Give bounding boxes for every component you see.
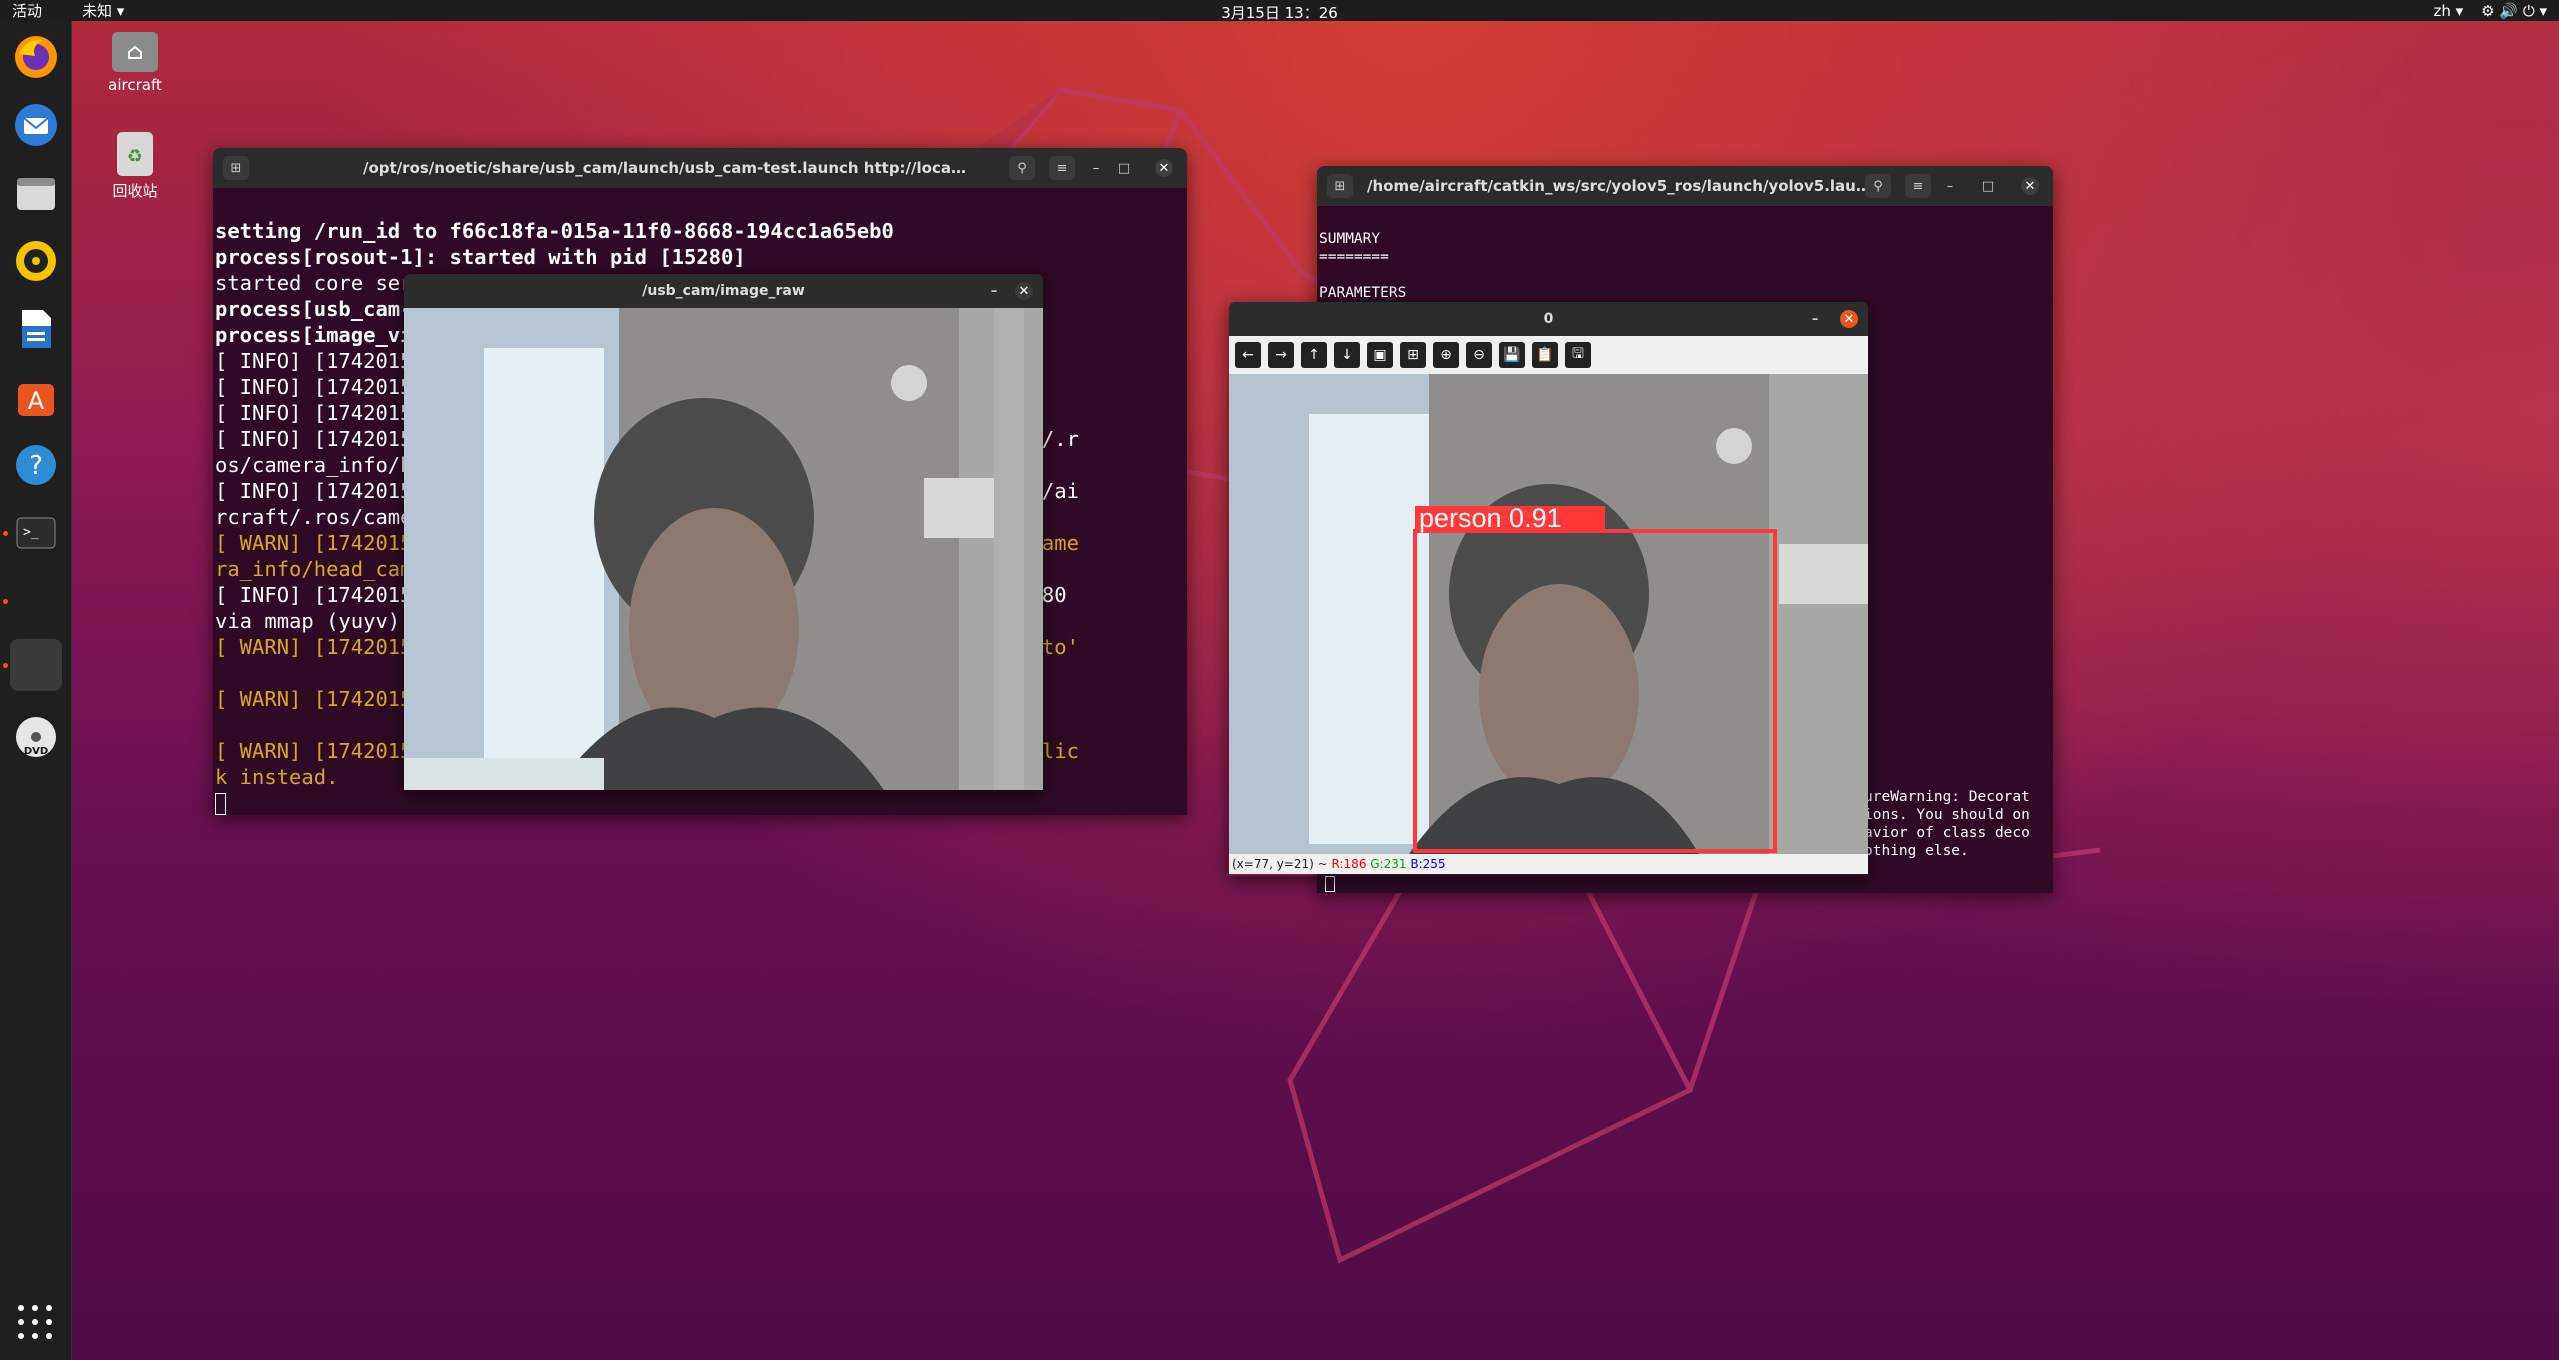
home-folder-icon[interactable]: aircraft	[80, 32, 190, 94]
search-icon[interactable]: ⚲	[1865, 174, 1891, 198]
menu-icon[interactable]: ≡	[1049, 156, 1075, 180]
opencv-toolbar: ← → ↑ ↓ ▣ ⊞ ⊕ ⊖ 💾 📋 🖫	[1229, 336, 1868, 374]
copy-icon[interactable]: 📋	[1532, 342, 1558, 368]
clock[interactable]: 3月15日 13：26	[0, 2, 2559, 23]
terminal-line: SUMMARY	[1319, 231, 1381, 247]
pan-down-icon[interactable]: ↓	[1334, 342, 1360, 368]
input-method[interactable]: zh ▾	[2433, 2, 2463, 20]
terminal-output[interactable]: SUMMARY ======== PARAMETERS	[1317, 206, 2053, 302]
window-title: 0	[1543, 311, 1554, 327]
terminal-line: setting /run_id to f66c18fa-015a-11f0-86…	[215, 219, 894, 243]
trash-icon[interactable]: ♻ 回收站	[80, 132, 190, 201]
dvd-icon[interactable]: DVD	[10, 711, 62, 763]
svg-text:DVD: DVD	[24, 746, 48, 757]
pan-up-icon[interactable]: ↑	[1301, 342, 1327, 368]
pan-right-icon[interactable]: →	[1268, 342, 1294, 368]
terminal-line: othing else.	[1864, 843, 1969, 859]
rhythmbox-icon[interactable]	[10, 235, 62, 287]
running-indicator	[3, 599, 8, 604]
svg-text:A: A	[28, 387, 45, 415]
running-indicator	[3, 531, 8, 536]
zoom-region-icon[interactable]: ⊞	[1400, 342, 1426, 368]
window-title: /home/aircraft/catkin_ws/src/yolov5_ros/…	[1367, 177, 1873, 195]
properties-icon[interactable]: 🖫	[1565, 342, 1591, 368]
show-apps-icon[interactable]	[17, 1304, 53, 1340]
status-g: G:231	[1370, 857, 1407, 871]
status-b: B:255	[1410, 857, 1446, 871]
writer-icon[interactable]	[10, 303, 62, 355]
close-button[interactable]: ✕	[1015, 282, 1033, 300]
window-title: /opt/ros/noetic/share/usb_cam/launch/usb…	[363, 159, 967, 177]
titlebar[interactable]: /usb_cam/image_raw – ✕	[404, 274, 1043, 308]
firefox-icon[interactable]	[10, 31, 62, 83]
new-tab-icon[interactable]: ⊞	[223, 156, 249, 180]
minimize-button[interactable]: –	[1087, 159, 1105, 177]
home-folder-label: aircraft	[108, 76, 162, 94]
status-r: R:186	[1331, 857, 1367, 871]
terminal-line: process[rosout-1]: started with pid [152…	[215, 245, 746, 269]
terminal-output-tail: ureWarning: Decorat ions. You should on av…	[1864, 788, 2030, 860]
software-icon[interactable]: A	[10, 371, 62, 423]
menu-icon[interactable]: ≡	[1905, 174, 1931, 198]
close-button[interactable]: ✕	[1155, 159, 1173, 177]
svg-text:>_: >_	[23, 525, 39, 540]
zoom-fit-icon[interactable]: ▣	[1367, 342, 1393, 368]
terminal-cursor	[1325, 876, 1335, 892]
thunderbird-icon[interactable]	[10, 99, 62, 151]
image-raw-window[interactable]: /usb_cam/image_raw – ✕	[404, 274, 1043, 790]
running-indicator	[3, 663, 8, 668]
terminal-line: avior of class deco	[1864, 825, 2030, 841]
top-bar: 活动 未知 ▾ 3月15日 13：26 zh ▾ ⚙ 🔊 ⏻ ▾	[0, 0, 2559, 23]
pan-left-icon[interactable]: ←	[1235, 342, 1261, 368]
titlebar[interactable]: ⊞ /opt/ros/noetic/share/usb_cam/launch/u…	[213, 148, 1187, 188]
terminal-line: ions. You should on	[1864, 807, 2030, 823]
titlebar[interactable]: ⊞ /home/aircraft/catkin_ws/src/yolov5_ro…	[1317, 166, 2053, 206]
detection-image: person 0.91	[1229, 374, 1868, 854]
maximize-button[interactable]: □	[1115, 159, 1133, 177]
zoom-out-icon[interactable]: ⊖	[1466, 342, 1492, 368]
svg-text:♻: ♻	[127, 146, 143, 167]
system-tray[interactable]: ⚙ 🔊 ⏻ ▾	[2481, 2, 2547, 20]
status-bar: (x=77, y=21) ~ R:186 G:231 B:255	[1229, 854, 1868, 874]
detection-window[interactable]: 0 – ✕ ← → ↑ ↓ ▣ ⊞ ⊕ ⊖ 💾 📋 🖫 person 0.91 (x=77, y=2…	[1229, 302, 1868, 876]
zoom-in-icon[interactable]: ⊕	[1433, 342, 1459, 368]
status-coords: (x=77, y=21) ~	[1232, 857, 1332, 871]
close-button[interactable]: ✕	[1840, 310, 1858, 328]
trash-label: 回收站	[112, 182, 158, 200]
maximize-button[interactable]: □	[1979, 177, 1997, 195]
close-button[interactable]: ✕	[2021, 177, 2039, 195]
terminal-cursor	[215, 793, 226, 815]
save-icon[interactable]: 💾	[1499, 342, 1525, 368]
active-window-icon[interactable]	[10, 639, 62, 691]
titlebar[interactable]: 0 – ✕	[1229, 302, 1868, 336]
minimize-button[interactable]: –	[1941, 177, 1959, 195]
minimize-button[interactable]: –	[985, 282, 1003, 300]
terminal-icon[interactable]: >_	[10, 507, 62, 559]
minimize-button[interactable]: –	[1806, 310, 1824, 328]
camera-image	[404, 308, 1043, 790]
help-icon[interactable]: ?	[10, 439, 62, 491]
new-tab-icon[interactable]: ⊞	[1327, 174, 1353, 198]
detection-label: person 0.91	[1419, 503, 1562, 533]
dock: A ? >_ DVD	[0, 21, 72, 1360]
files-icon[interactable]	[10, 167, 62, 219]
terminal-line: ========	[1319, 249, 1389, 265]
svg-text:?: ?	[29, 451, 43, 481]
terminal-line: PARAMETERS	[1319, 285, 1407, 301]
search-icon[interactable]: ⚲	[1009, 156, 1035, 180]
terminal-line: ureWarning: Decorat	[1864, 789, 2030, 805]
window-title: /usb_cam/image_raw	[642, 283, 805, 299]
